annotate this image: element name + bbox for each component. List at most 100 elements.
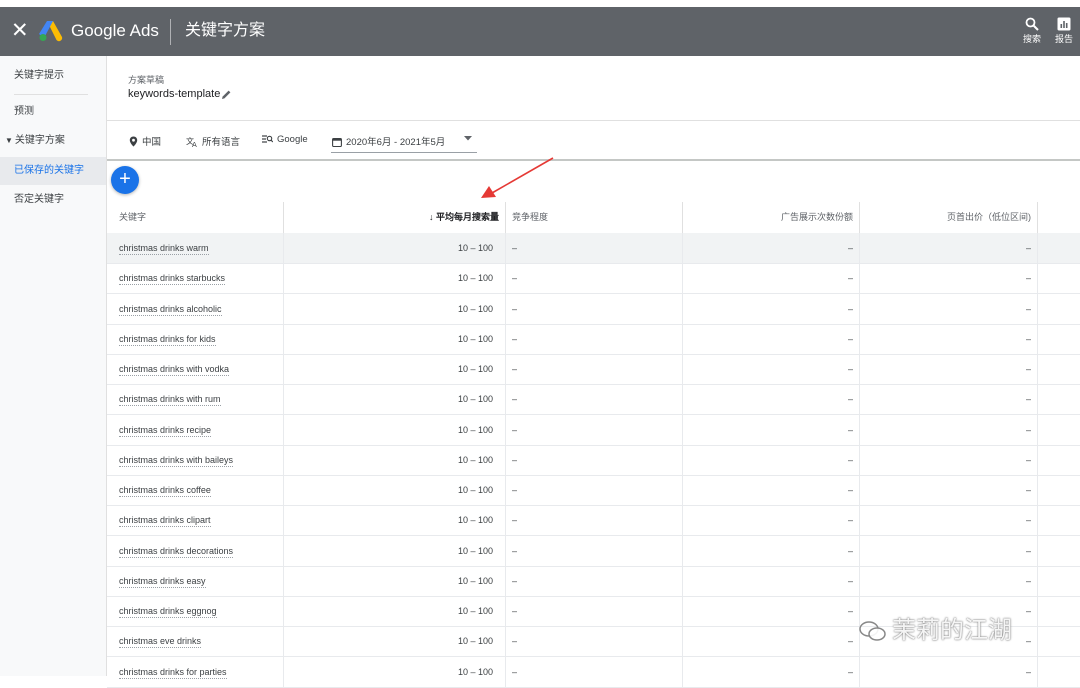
sidebar-item-keyword-ideas[interactable]: 关键字提示 [0,62,106,90]
avg-monthly-searches-cell: 10 – 100 [284,414,506,445]
table-row[interactable]: christmas drinks warm 10 – 100– – – [107,233,1080,264]
keyword-text[interactable]: christmas drinks decorations [119,545,234,558]
extra-cell [1038,657,1080,687]
keyword-text[interactable]: christmas drinks coffee [119,484,211,497]
top-bid-low-cell: – [860,444,1038,475]
avg-monthly-searches-cell: 10 – 100 [284,293,506,324]
table-row[interactable]: christmas drinks decorations 10 – 100– – – [107,535,1080,567]
extra-cell [1038,475,1080,505]
keyword-text[interactable]: christmas drinks recipe [119,424,212,437]
calendar-icon [332,137,342,148]
column-header-competition[interactable]: 竞争程度 [506,202,683,233]
avg-monthly-searches-cell: 10 – 100 [284,233,506,263]
keyword-text[interactable]: christmas eve drinks [119,635,202,649]
keyword-text[interactable]: christmas drinks warm [119,242,209,255]
date-range-filter[interactable]: 2020年6月 - 2021年5月 [332,134,445,148]
table-row[interactable]: christmas drinks alcoholic 10 – 100– – – [107,293,1080,325]
sidebar-item-negative-keywords[interactable]: 否定关键字 [0,186,106,214]
keyword-cell: christmas drinks eggnog [107,596,284,626]
keyword-text[interactable]: christmas drinks easy [119,575,206,588]
impression-share-cell: – [683,535,860,566]
sidebar-item-saved-keywords[interactable]: 已保存的关键字 [0,157,106,185]
extra-cell [1038,263,1080,293]
divider [107,159,1080,161]
column-header-impression-share[interactable]: 广告展示次数份额 [683,202,860,233]
competition-cell: – [506,444,683,475]
brand-name: Google Ads [71,21,159,40]
keyword-text[interactable]: christmas drinks starbucks [119,272,226,286]
keyword-cell: christmas drinks recipe [107,414,284,445]
language-filter[interactable]: 文 A 所有语言 [186,134,240,149]
column-header-avg-monthly-searches[interactable]: ↓ 平均每月搜索量 [284,202,506,233]
plan-status-label: 方案草稿 [128,75,165,85]
edit-pencil-icon[interactable] [221,89,232,100]
date-range-underline [331,152,477,153]
table-row[interactable]: christmas drinks coffee 10 – 100– – – [107,475,1080,506]
competition-cell: – [506,535,683,566]
column-header-extra [1038,202,1080,233]
table-row[interactable]: christmas drinks recipe 10 – 100– – – [107,414,1080,446]
table-row[interactable]: christmas drinks with rum 10 – 100– – – [107,384,1080,416]
header-divider [170,19,171,45]
keyword-text[interactable]: christmas drinks with rum [119,393,221,407]
table-row[interactable]: christmas drinks clipart 10 – 100– – – [107,505,1080,537]
keyword-text[interactable]: christmas drinks for parties [119,666,227,679]
table-row[interactable]: christmas drinks starbucks 10 – 100– – – [107,263,1080,295]
bar-chart-icon [1057,17,1071,31]
extra-cell [1038,324,1080,354]
table-row[interactable]: christmas drinks with baileys 10 – 100– – – [107,444,1080,476]
search-network-icon [262,135,274,143]
keyword-text[interactable]: christmas drinks with baileys [119,454,234,467]
top-bid-low-cell: – [860,384,1038,415]
sidebar-item-forecast[interactable]: 预测 [0,98,106,126]
translate-icon: 文A [186,136,197,149]
keyword-text[interactable]: christmas drinks with vodka [119,363,230,376]
impression-share-cell: – [683,596,860,626]
keyword-text[interactable]: christmas drinks clipart [119,514,211,528]
keyword-text[interactable]: christmas drinks for kids [119,333,216,346]
wechat-watermark: 茉莉的江湖 [858,610,1012,645]
competition-cell: – [506,263,683,294]
extra-cell [1038,566,1080,596]
keyword-text[interactable]: christmas drinks eggnog [119,605,217,618]
search-icon [1025,17,1039,31]
competition-cell: – [506,293,683,324]
sidebar-item-keyword-plan[interactable]: ▼ 关键字方案 [0,127,106,155]
network-filter[interactable]: Google [262,134,308,145]
table-row[interactable]: christmas drinks for kids 10 – 100– – – [107,323,1080,355]
extra-cell [1038,596,1080,626]
location-filter[interactable]: 中国 [129,134,161,148]
table-row[interactable]: christmas drinks with vodka 10 – 100– – – [107,354,1080,385]
sidebar-divider [14,94,88,95]
competition-cell: – [506,475,683,505]
avg-monthly-searches-cell: 10 – 100 [284,565,506,596]
competition-cell: – [506,384,683,415]
reports-button[interactable]: 报告 [1050,17,1078,45]
avg-monthly-searches-cell: 10 – 100 [284,656,506,687]
top-bid-low-cell: – [860,535,1038,566]
sidebar-item-label: 关键字方案 [14,135,65,146]
sidebar-item-label: 已保存的关键字 [14,165,84,176]
wechat-icon [859,621,886,641]
extra-cell [1038,233,1080,263]
table-row[interactable]: christmas drinks for parties 10 – 100– – – [107,656,1080,688]
add-keyword-button[interactable]: + [111,166,139,194]
competition-cell: – [506,626,683,657]
avg-monthly-searches-cell: 10 – 100 [284,323,506,354]
search-button[interactable]: 搜索 [1018,17,1046,45]
date-range-value: 2020年6月 - 2021年5月 [346,137,446,148]
column-header-keyword[interactable]: 关键字 [107,202,284,233]
svg-text:A: A [192,141,197,147]
top-bid-low-cell: – [860,233,1038,263]
extra-cell [1038,626,1080,656]
close-icon[interactable]: ✕ [11,20,29,41]
keyword-cell: christmas drinks decorations [107,535,284,566]
chevron-down-icon[interactable] [464,136,472,141]
impression-share-cell: – [683,475,860,505]
keyword-cell: christmas drinks alcoholic [107,293,284,324]
table-row[interactable]: christmas drinks easy 10 – 100– – – [107,565,1080,597]
impression-share-cell: – [683,293,860,324]
impression-share-cell: – [683,626,860,657]
keyword-text[interactable]: christmas drinks alcoholic [119,303,222,316]
column-header-top-bid-low[interactable]: 页首出价（低位区间) [860,202,1038,233]
